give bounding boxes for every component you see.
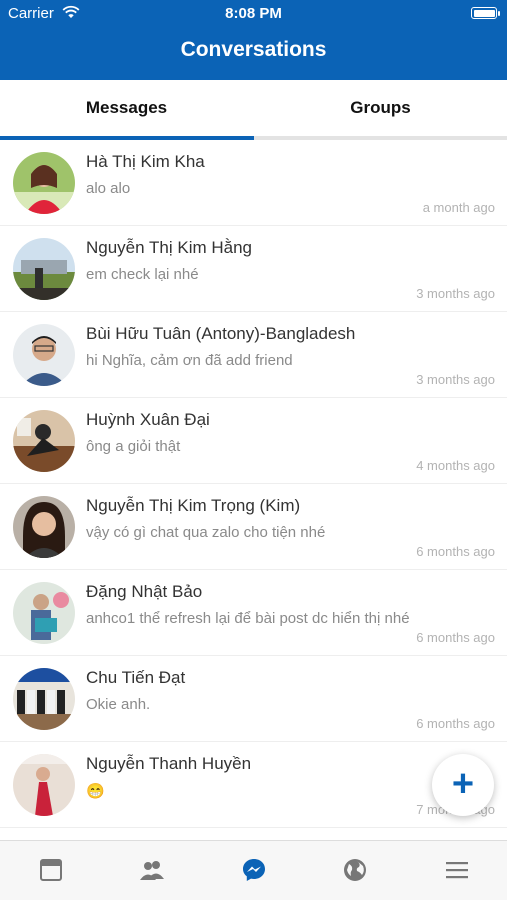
avatar [13, 754, 75, 816]
messenger-icon[interactable] [241, 857, 267, 883]
contact-name: Bùi Hữu Tuân (Antony)-Bangladesh [86, 324, 356, 343]
conversation-row[interactable]: Bùi Hữu Tuân (Antony)-Bangladesh hi Nghĩ… [0, 312, 507, 398]
news-feed-icon[interactable] [38, 857, 64, 883]
conversation-row[interactable]: Nguyễn Thanh Huyền 😁 7 months ago [0, 742, 507, 828]
message-time: 3 months ago [416, 372, 495, 387]
menu-icon[interactable] [444, 857, 470, 883]
last-message: em check lại nhé [86, 266, 199, 283]
conversation-row[interactable]: Hà Thị Kim Kha alo alo a month ago [0, 140, 507, 226]
last-message: hi Nghĩa, cảm ơn đã add friend [86, 352, 293, 369]
avatar [13, 668, 75, 730]
avatar [13, 410, 75, 472]
last-message: anhco1 thể refresh lại để bài post dc hi… [86, 610, 410, 627]
contact-name: Nguyễn Thị Kim Hằng [86, 238, 252, 257]
bottom-nav [0, 840, 507, 900]
globe-icon[interactable] [342, 857, 368, 883]
conversation-row[interactable]: Nguyễn Thị Kim Hằng em check lại nhé 3 m… [0, 226, 507, 312]
contact-name: Nguyễn Thanh Huyền [86, 754, 252, 773]
tab-bar: Messages Groups [0, 80, 507, 140]
conversation-list: Hà Thị Kim Kha alo alo a month ago Nguyễ… [0, 140, 507, 840]
avatar [13, 582, 75, 644]
tab-messages[interactable]: Messages [0, 80, 253, 136]
contact-name: Huỳnh Xuân Đại [86, 410, 210, 429]
last-message: 😁 [86, 783, 105, 800]
avatar [13, 238, 75, 300]
contact-name: Nguyễn Thị Kim Trọng (Kim) [86, 496, 301, 515]
conversation-row[interactable]: Huỳnh Xuân Đại ông a giỏi thật 4 months … [0, 398, 507, 484]
last-message: vậy có gì chat qua zalo cho tiện nhé [86, 524, 326, 541]
conversation-row[interactable]: Nguyễn Thị Kim Trọng (Kim) vậy có gì cha… [0, 484, 507, 570]
message-time: 6 months ago [416, 544, 495, 559]
message-time: 6 months ago [416, 630, 495, 645]
friends-icon[interactable] [139, 857, 165, 883]
message-time: 3 months ago [416, 286, 495, 301]
status-bar: Carrier 8:08 PM [0, 0, 507, 28]
tab-groups[interactable]: Groups [254, 80, 507, 136]
conversation-row[interactable]: Đặng Nhật Bảo anhco1 thể refresh lại để … [0, 570, 507, 656]
message-time: a month ago [422, 200, 495, 215]
avatar [13, 324, 75, 386]
new-conversation-button[interactable]: + [432, 754, 494, 816]
contact-name: Hà Thị Kim Kha [86, 152, 205, 171]
status-time: 8:08 PM [225, 5, 282, 22]
contact-name: Chu Tiến Đạt [86, 668, 186, 687]
top-bar: Carrier 8:08 PM Conversations [0, 0, 507, 80]
conversation-row[interactable]: Chu Tiến Đạt Okie anh. 6 months ago [0, 656, 507, 742]
plus-icon: + [451, 763, 475, 805]
avatar [13, 496, 75, 558]
message-time: 4 months ago [416, 458, 495, 473]
message-time: 6 months ago [416, 716, 495, 731]
last-message: ông a giỏi thật [86, 438, 181, 455]
avatar [13, 152, 75, 214]
last-message: alo alo [86, 180, 131, 197]
battery-icon [471, 7, 500, 19]
last-message: Okie anh. [86, 696, 151, 713]
page-title: Conversations [180, 38, 327, 61]
contact-name: Đặng Nhật Bảo [86, 582, 203, 601]
